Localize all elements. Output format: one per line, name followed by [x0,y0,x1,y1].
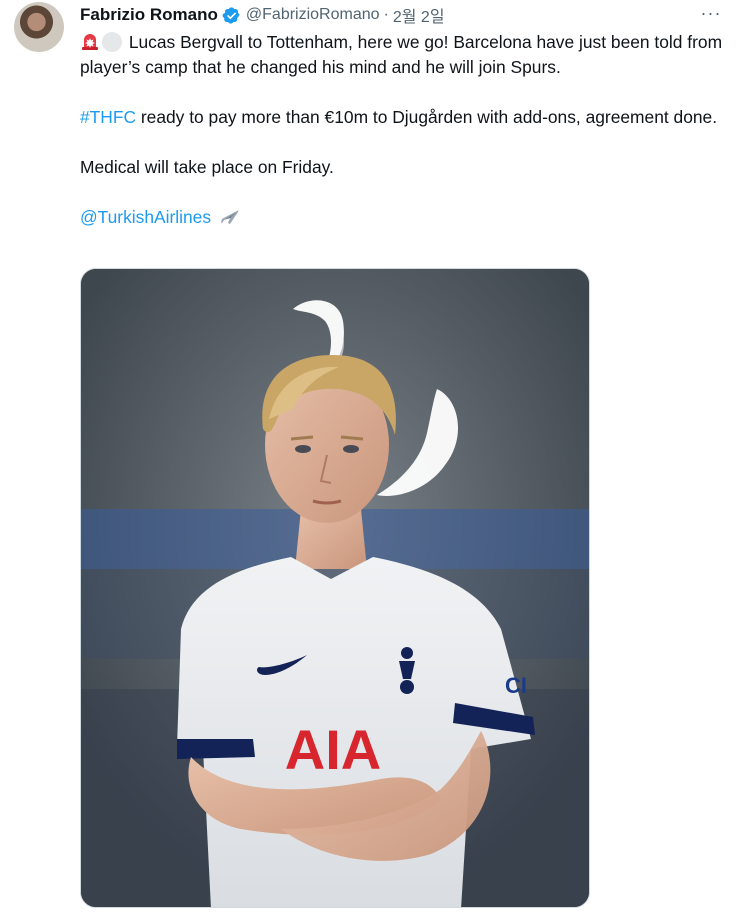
shirt-sponsor-text: AIA [285,718,381,781]
tweet-header: Fabrizio Romano @FabrizioRomano · 2월 2일 [80,4,445,26]
tweet-paragraph: Lucas Bergvall to Tottenham, here we go!… [80,30,730,80]
author-name[interactable]: Fabrizio Romano [80,5,218,25]
siren-icon [80,32,100,51]
tweet-paragraph: #THFC ready to pay more than €10m to Dju… [80,105,730,130]
tweet-text-line3: Medical will take place on Friday. [80,157,334,177]
header-separator: · [383,6,389,23]
tweet-paragraph: Medical will take place on Friday. [80,155,730,180]
tweet-text-line1: Lucas Bergvall to Tottenham, here we go!… [80,32,723,77]
more-options-icon[interactable]: ··· [698,2,724,24]
tweet-timestamp[interactable]: 2월 2일 [393,3,445,27]
hashtag-link[interactable]: #THFC [80,107,136,127]
shirt-crest [399,647,415,694]
tweet-media-image[interactable]: AIA CI [80,268,590,908]
tweet-paragraph: @TurkishAirlines [80,205,730,230]
author-avatar[interactable] [14,2,64,52]
airplane-icon [218,207,240,227]
white-circle-icon [102,32,122,52]
mention-link[interactable]: @TurkishAirlines [80,207,211,227]
tweet-text-line2: ready to pay more than €10m to Djugården… [136,107,718,127]
verified-badge-icon [222,6,241,25]
author-handle[interactable]: @FabrizioRomano [246,6,380,24]
tweet-text: Lucas Bergvall to Tottenham, here we go!… [80,30,730,230]
shirt-side-sponsor-text: CI [505,673,527,698]
